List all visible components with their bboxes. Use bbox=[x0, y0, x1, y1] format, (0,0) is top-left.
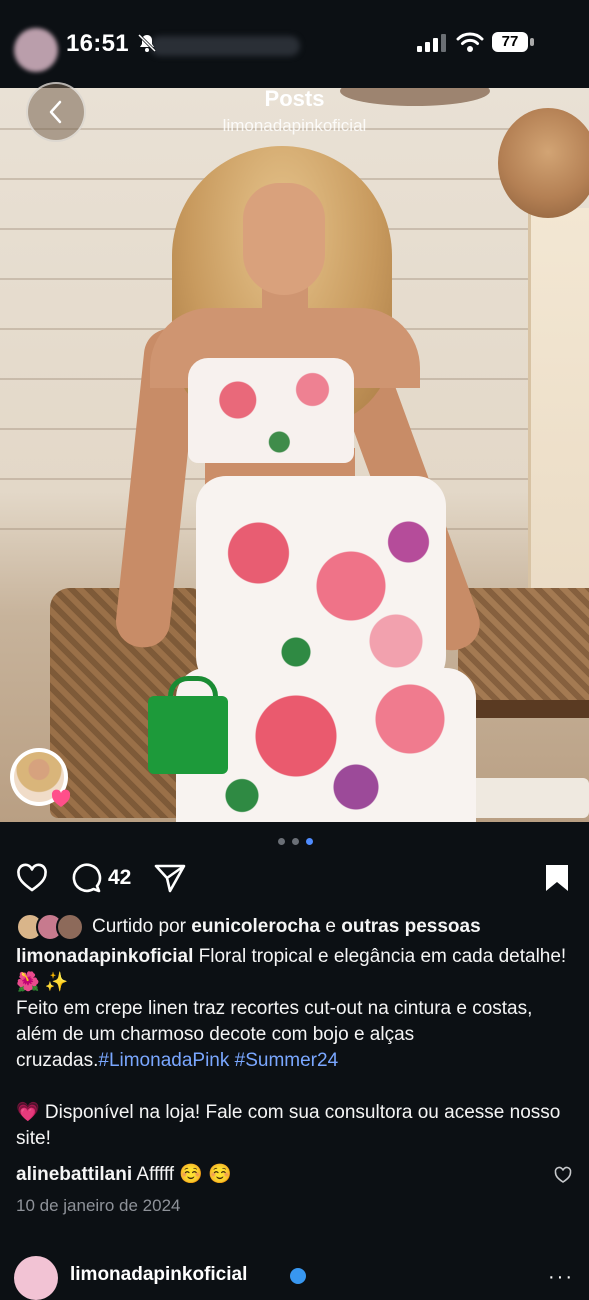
heart-icon bbox=[51, 789, 71, 807]
more-options-icon[interactable]: ··· bbox=[548, 1266, 574, 1289]
liked-others[interactable]: outras pessoas bbox=[341, 916, 480, 937]
battery-indicator: 77 bbox=[492, 32, 536, 54]
comment-username[interactable]: alinebattilani bbox=[16, 1164, 132, 1185]
send-icon bbox=[154, 864, 186, 893]
save-button[interactable] bbox=[541, 862, 573, 894]
battery-level: 77 bbox=[492, 32, 528, 52]
battery-tip bbox=[530, 38, 534, 46]
page-title: Posts bbox=[264, 86, 325, 111]
hashtag-limonadapink[interactable]: #LimonadaPink bbox=[98, 1050, 229, 1071]
status-avatar bbox=[14, 28, 58, 72]
comment-button[interactable] bbox=[70, 862, 102, 894]
liked-prefix: Curtido por bbox=[92, 916, 186, 937]
comment-row: alinebattilani Afffff ☺️ ☺️ bbox=[16, 1162, 232, 1186]
carousel-indicator bbox=[278, 838, 313, 845]
carousel-dot-active bbox=[306, 838, 313, 845]
status-blurred-text bbox=[150, 36, 300, 56]
comment-text: Afffff ☺️ ☺️ bbox=[136, 1164, 232, 1185]
verified-badge-icon bbox=[290, 1268, 306, 1284]
page-subtitle[interactable]: limonadapinkoficial bbox=[0, 116, 589, 136]
heart-outline-icon bbox=[17, 863, 47, 892]
status-time: 16:51 bbox=[66, 30, 129, 57]
liker-avatar bbox=[56, 913, 84, 941]
bookmark-filled-icon bbox=[546, 865, 568, 891]
post-date: 10 de janeiro de 2024 bbox=[16, 1196, 181, 1215]
comment-count[interactable]: 42 bbox=[108, 866, 131, 890]
like-button[interactable] bbox=[16, 862, 48, 894]
caption-username[interactable]: limonadapinkoficial bbox=[16, 946, 193, 967]
signal-icon bbox=[417, 34, 446, 52]
carousel-dot bbox=[278, 838, 285, 845]
liked-joiner: e bbox=[325, 916, 336, 937]
comment-like-icon[interactable] bbox=[554, 1166, 572, 1184]
next-post-avatar[interactable] bbox=[14, 1256, 58, 1300]
bell-muted-icon bbox=[137, 33, 157, 53]
wifi-icon bbox=[456, 32, 484, 52]
liked-user[interactable]: eunicolerocha bbox=[191, 916, 320, 937]
share-button[interactable] bbox=[154, 862, 186, 894]
comment-icon bbox=[72, 863, 102, 893]
post-caption: limonadapinkoficial Floral tropical e el… bbox=[16, 944, 574, 1152]
caption-line3: 💗 Disponível na loja! Fale com sua consu… bbox=[16, 1102, 561, 1149]
hashtag-summer24[interactable]: #Summer24 bbox=[235, 1050, 339, 1071]
liked-by-row[interactable]: Curtido por eunicolerocha e outras pesso… bbox=[16, 913, 481, 941]
carousel-dot bbox=[292, 838, 299, 845]
next-post-username[interactable]: limonadapinkoficial bbox=[70, 1264, 247, 1286]
post-photo[interactable] bbox=[0, 88, 589, 822]
